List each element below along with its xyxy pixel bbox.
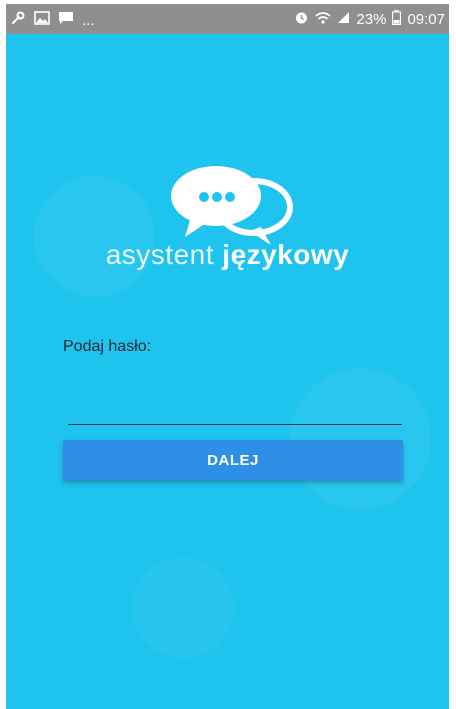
brand-suffix: językowy — [222, 239, 350, 270]
alarm-icon — [294, 10, 309, 29]
app-screen: asystent językowy Podaj hasło: DALEJ — [6, 34, 449, 709]
next-button[interactable]: DALEJ — [63, 440, 403, 480]
image-icon — [34, 11, 50, 29]
password-label: Podaj hasło: — [63, 338, 152, 355]
wifi-icon — [315, 11, 331, 29]
password-input[interactable] — [68, 394, 402, 425]
background-pattern — [6, 34, 449, 709]
battery-percent: 23% — [356, 11, 387, 28]
screen: ... 23% 09:07 asystent językowy Podaj ha… — [0, 0, 456, 709]
brand-wordmark: asystent językowy — [6, 239, 449, 271]
brand-prefix: asystent — [105, 239, 223, 270]
status-bar: ... 23% 09:07 — [6, 4, 449, 34]
status-overflow: ... — [82, 11, 95, 29]
battery-icon — [392, 10, 402, 29]
message-icon — [58, 11, 74, 29]
clock: 09:07 — [407, 11, 445, 28]
wrench-icon — [10, 10, 26, 30]
signal-icon — [337, 11, 350, 28]
status-left-icons: ... — [10, 10, 95, 30]
status-right-icons: 23% 09:07 — [294, 10, 445, 29]
